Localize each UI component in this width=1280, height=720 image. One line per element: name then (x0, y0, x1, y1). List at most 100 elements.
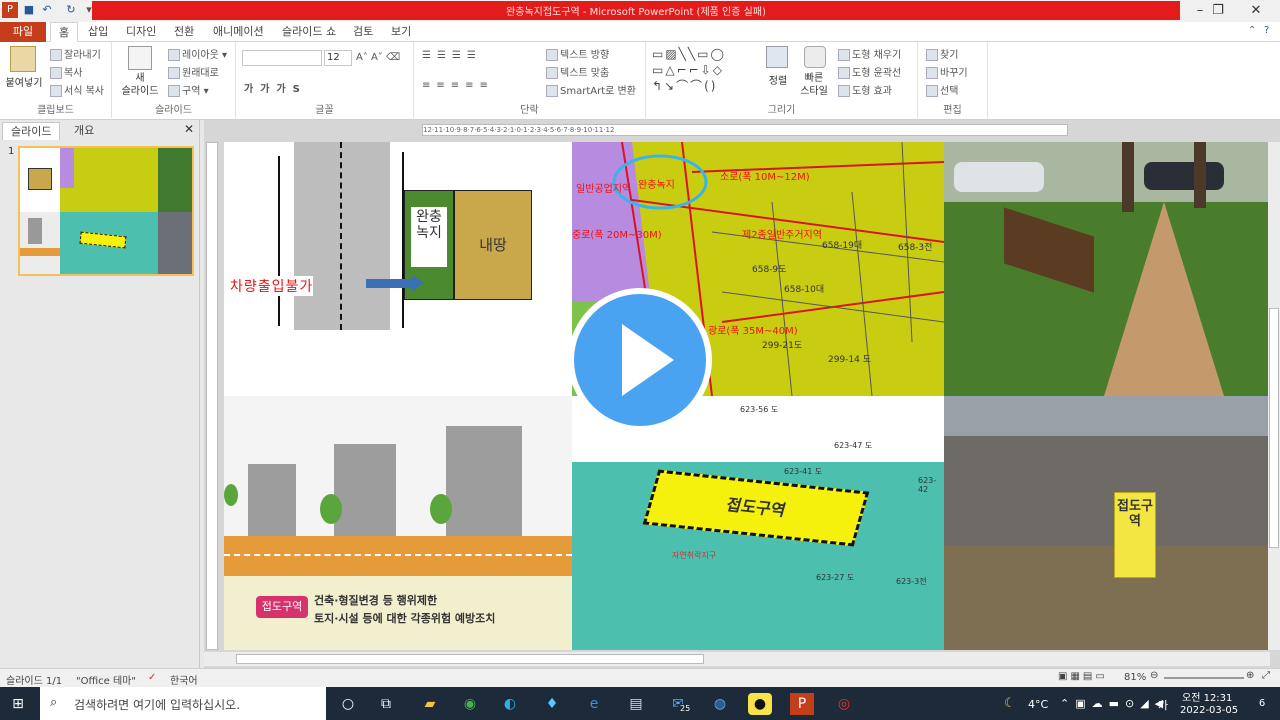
building-1 (248, 464, 296, 536)
shape-fill-button[interactable]: 도형 채우기 (838, 46, 901, 61)
tray-icons[interactable]: ⌃▣☁▬⊙◢◀ (1060, 697, 1169, 710)
shapes-gallery[interactable]: ▭▨╲╲▭◯ ▭△⌐⌐⇩◇ ↰↘⌒⌒() (652, 46, 760, 94)
slide[interactable]: 완충녹지 내땅 차량출입불가 일반공업지역 완충녹지 소로(폭 10M~12M) (224, 142, 1268, 650)
tab-view[interactable]: 보기 (383, 22, 419, 42)
tab-animations[interactable]: 애니메이션 (205, 22, 272, 42)
save-icon[interactable]: ■ (22, 3, 36, 17)
vertical-scrollbar[interactable] (1268, 142, 1280, 650)
tab-home[interactable]: 홈 (50, 22, 79, 42)
slide-thumbnail[interactable] (18, 146, 194, 276)
horizontal-scrollbar[interactable] (204, 652, 1270, 666)
map-label-wide-road: 광로(폭 35M~40M) (708, 326, 798, 337)
tab-design[interactable]: 디자인 (118, 22, 164, 42)
font-format-buttons[interactable]: 가가가S (244, 80, 307, 95)
cut-button[interactable]: 잘라내기 (50, 46, 101, 61)
ime-indicator[interactable]: 가 (1158, 697, 1168, 713)
search-box[interactable]: ⌕ 검색하려면 여기에 입력하십시오. (40, 687, 326, 720)
tab-transitions[interactable]: 전환 (166, 22, 202, 42)
restore-button[interactable]: ❐ (1200, 2, 1236, 20)
zoom-in-icon[interactable]: ⊕ (1246, 670, 1254, 681)
chrome-icon[interactable]: ◉ (458, 693, 482, 715)
restriction-line-1: 건축·형질변경 등 행위제한 (314, 594, 438, 607)
help-icon[interactable]: ? (1264, 25, 1269, 36)
store-icon[interactable]: ▤ (624, 693, 648, 715)
field-photo: 접도구역 (944, 396, 1268, 650)
spellcheck-icon[interactable]: ✓ (148, 672, 156, 683)
select-button[interactable]: 선택 (926, 82, 958, 97)
new-slide-button[interactable]: 새 슬라이드 (114, 72, 166, 98)
grow-font-icon[interactable]: A˄ A˅ ⌫ (356, 52, 400, 63)
buildings-illustration: 접도구역 건축·형질변경 등 행위제한 토지·시설 등에 대한 각종위험 예방조… (224, 396, 572, 650)
reset-button[interactable]: 원래대로 (168, 64, 219, 79)
tab-slides[interactable]: 슬라이드 (2, 122, 61, 140)
ie-icon[interactable]: e (582, 693, 606, 715)
quick-styles-button[interactable]: 빠른 스타일 (794, 72, 834, 98)
zoom-slider[interactable] (1164, 677, 1244, 679)
zoom-level[interactable]: 81% (1124, 672, 1146, 683)
find-button[interactable]: 찾기 (926, 46, 958, 61)
undo-icon[interactable]: ↶ (40, 3, 54, 17)
no-vehicle-entry-label: 차량출입불가 (230, 276, 314, 296)
view-buttons[interactable]: ▣▦▤▭ (1058, 671, 1108, 682)
roadside-zone-map: 접도구역 623-56 도 623-47 도 623-41 도 623-27 도… (572, 396, 944, 650)
fit-slide-icon[interactable]: ⤢ (1262, 670, 1270, 681)
layout-button[interactable]: 레이아웃 ▾ (168, 46, 227, 61)
font-size-box[interactable]: 12 (324, 50, 352, 66)
zoom-out-icon[interactable]: ⊖ (1150, 670, 1158, 681)
font-name-box[interactable] (242, 50, 322, 66)
text-direction-button[interactable]: 텍스트 방향 (546, 46, 609, 61)
road-edge-left (278, 156, 280, 326)
cut-label: 잘라내기 (64, 50, 101, 61)
section-button[interactable]: 구역 ▾ (168, 82, 209, 97)
twitter-icon[interactable]: ♦ (540, 693, 564, 715)
horizontal-scroll-thumb[interactable] (236, 654, 704, 664)
replace-button[interactable]: 바꾸기 (926, 64, 968, 79)
window-title: 완충녹지접도구역 - Microsoft PowerPoint (제품 인증 실… (506, 7, 766, 18)
bullets-icon[interactable]: ☰☰☰☰ (422, 50, 482, 61)
tab-outline[interactable]: 개요 (66, 122, 102, 140)
align-icon[interactable]: ≡≡≡≡≡ (422, 80, 494, 91)
tab-slideshow[interactable]: 슬라이드 쇼 (274, 22, 344, 42)
language[interactable]: 한국어 (170, 672, 198, 687)
tree-icon-2 (320, 494, 342, 524)
redo-icon[interactable]: ↻ (64, 3, 78, 17)
edge-icon[interactable]: ◐ (498, 693, 522, 715)
shape-outline-button[interactable]: 도형 윤곽선 (838, 64, 901, 79)
slide-number: 1 (8, 146, 15, 157)
copy-button[interactable]: 복사 (50, 64, 82, 79)
format-painter-button[interactable]: 서식 복사 (50, 82, 104, 97)
dry-grass (944, 546, 1268, 650)
map-label-658-19: 658-19대 (822, 241, 863, 251)
tab-review[interactable]: 검토 (345, 22, 381, 42)
clock-date[interactable]: 2022-03-05 (1180, 705, 1238, 716)
align-text-button[interactable]: 텍스트 맞춤 (546, 64, 609, 79)
arrange-button[interactable]: 정렬 (758, 72, 798, 87)
powerpoint-icon[interactable]: P (790, 693, 814, 715)
cortana-icon[interactable]: ○ (336, 693, 360, 715)
theme-name: "Office 테마" (76, 676, 136, 687)
thumb-building (28, 218, 42, 244)
temperature[interactable]: 4°C (1028, 698, 1048, 711)
reset-label: 원래대로 (182, 68, 219, 79)
kakaotalk-icon[interactable]: ● (748, 693, 772, 715)
windows-start-icon[interactable]: ⊞ (6, 693, 30, 715)
task-view-icon[interactable]: ⧉ (374, 693, 398, 715)
close-button[interactable]: ✕ (1238, 2, 1274, 20)
file-explorer-icon[interactable]: ▰ (418, 693, 442, 715)
app-icon[interactable]: ◍ (708, 693, 732, 715)
minimize-ribbon-icon[interactable]: ⌃ (1248, 25, 1256, 36)
recorder-icon[interactable]: ◎ (832, 693, 856, 715)
close-panel-icon[interactable]: ✕ (184, 122, 194, 136)
tab-file[interactable]: 파일 (0, 22, 46, 42)
powerpoint-logo-icon: P (2, 2, 18, 18)
moon-icon: ☾ (1004, 696, 1016, 711)
play-button[interactable] (568, 288, 712, 432)
vertical-scroll-thumb[interactable] (1269, 308, 1279, 548)
parked-car (954, 162, 1044, 192)
smartart-button[interactable]: SmartArt로 변환 (546, 82, 636, 97)
tab-insert[interactable]: 삽입 (80, 22, 116, 42)
shape-effects-button[interactable]: 도형 효과 (838, 82, 892, 97)
clock-time[interactable]: 오전 12:31 (1182, 689, 1232, 704)
paste-button[interactable]: 붙여넣기 (2, 74, 46, 89)
notification-icon[interactable]: 6 (1250, 693, 1274, 715)
